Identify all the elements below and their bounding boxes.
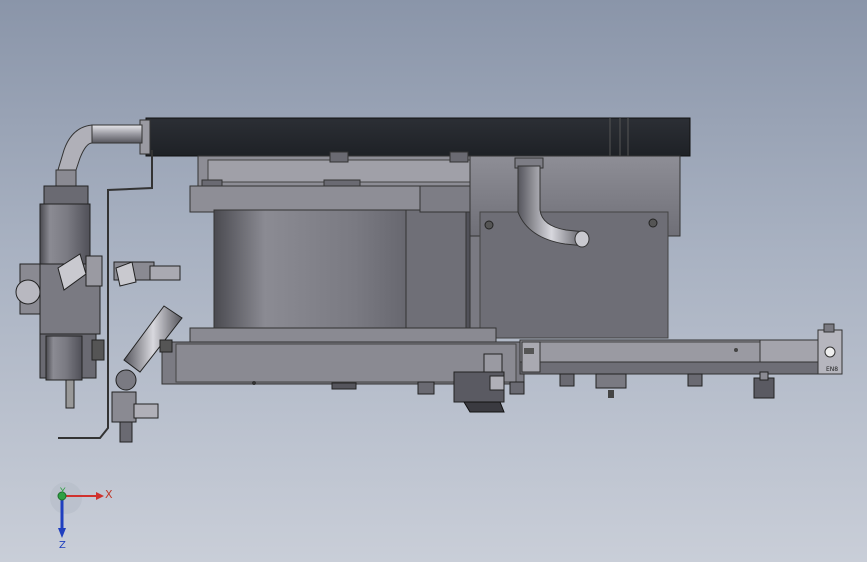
top-plate [139, 117, 691, 157]
inlet-pipe [55, 124, 143, 187]
left-valve-assembly [15, 185, 105, 409]
right-housing [469, 155, 681, 339]
z-axis-label: Z [59, 540, 66, 551]
main-cylinder [189, 185, 471, 333]
cad-assembly-model[interactable]: EN8 [0, 0, 867, 562]
axis-triad: X Y Z [50, 482, 113, 551]
x-axis-label: X [105, 488, 113, 501]
cad-viewport[interactable]: EN8 X Y Z [0, 0, 867, 562]
upper-bracket [197, 151, 489, 191]
rail-label-plate: EN8 [826, 366, 838, 373]
side-fitting [113, 261, 181, 287]
z-axis-arrowhead [58, 528, 66, 538]
rail-feet [559, 371, 775, 399]
x-axis-arrowhead [96, 492, 104, 500]
y-axis-label: Y [59, 487, 66, 497]
